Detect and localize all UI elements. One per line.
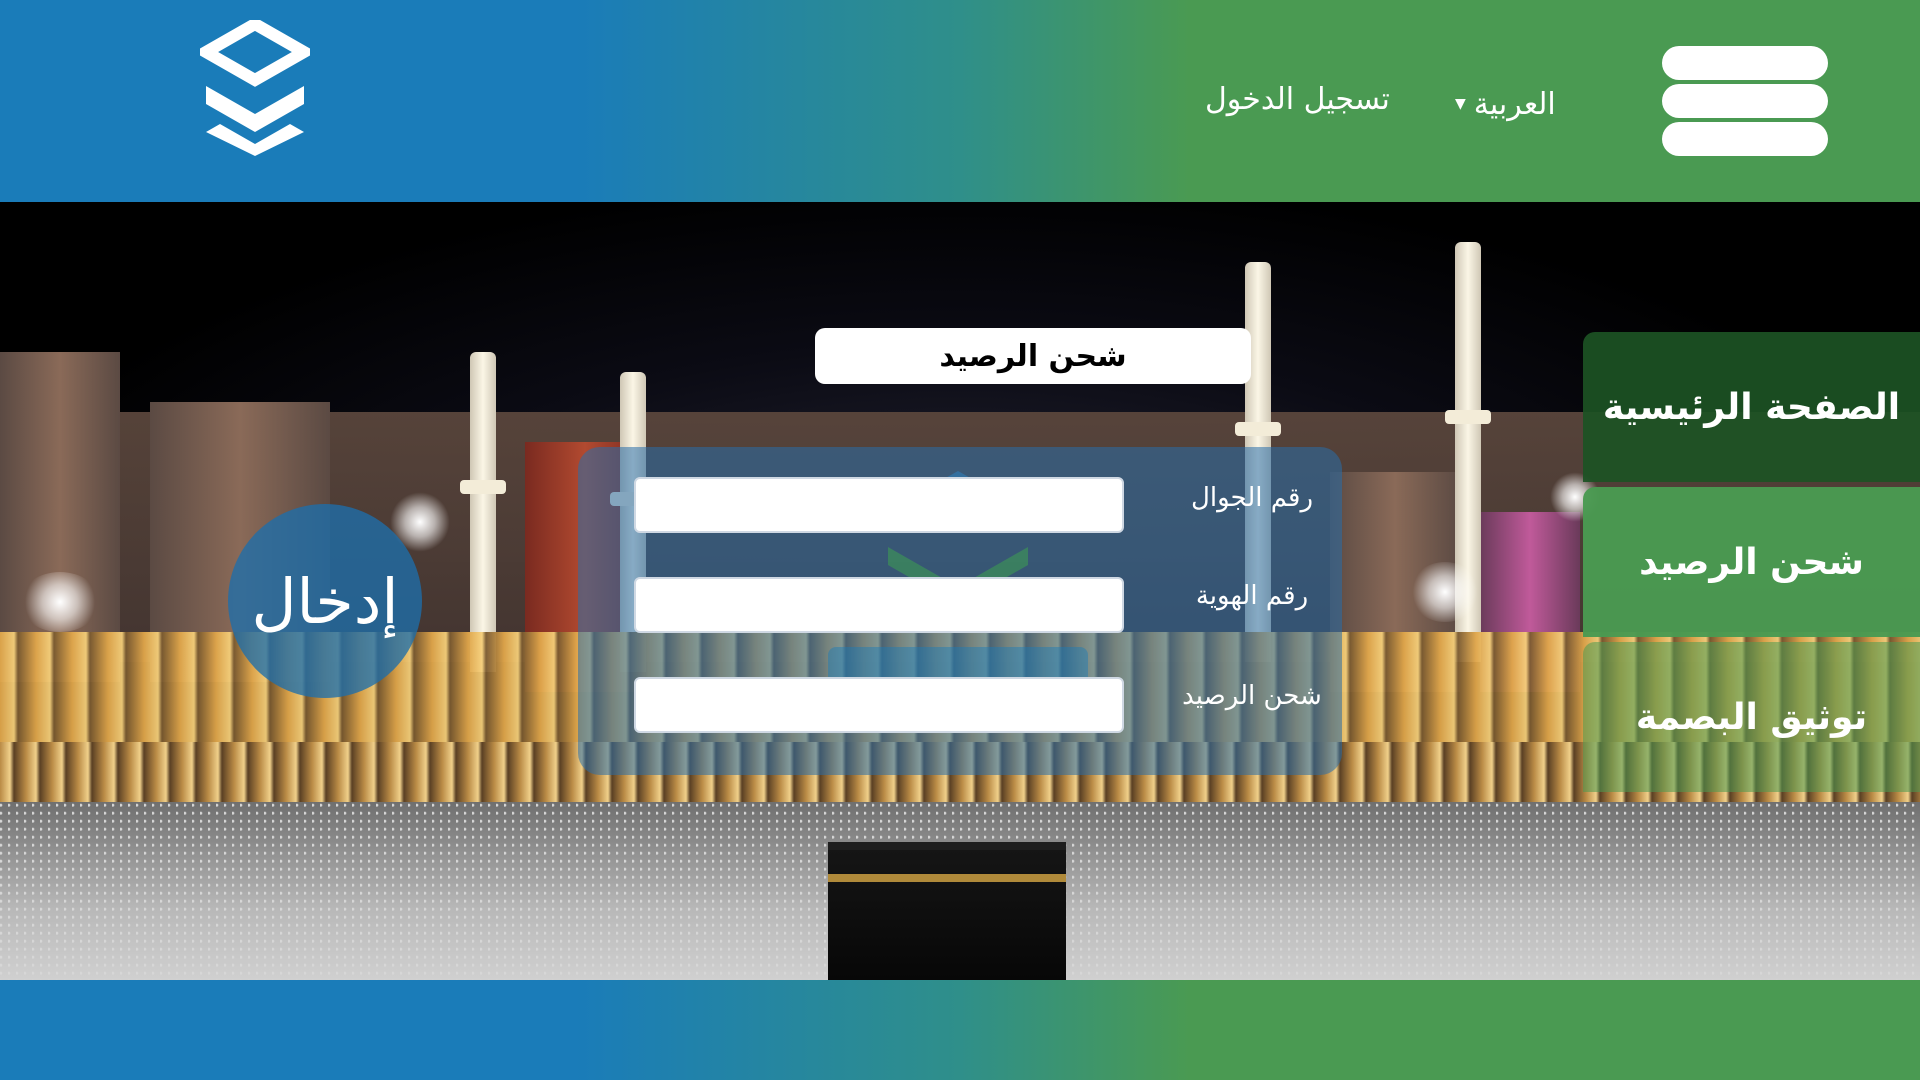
minaret — [460, 352, 506, 672]
footer-bar — [0, 980, 1920, 1080]
recharge-amount-input[interactable] — [634, 677, 1124, 733]
kaaba — [828, 842, 1066, 980]
nav-item-fingerprint-verification[interactable]: توثيق البصمة — [1583, 642, 1920, 792]
nav-item-recharge[interactable]: شحن الرصيد — [1583, 487, 1920, 637]
submit-button[interactable]: إدخال — [228, 504, 422, 698]
mobile-number-input[interactable] — [634, 477, 1124, 533]
language-dropdown[interactable]: العربية ▼ — [1455, 82, 1556, 126]
field-label-recharge: شحن الرصيد — [1182, 681, 1322, 711]
field-label-id: رقم الهوية — [1195, 581, 1309, 611]
stadium-light — [20, 572, 100, 632]
stadium-light — [1410, 562, 1480, 622]
form-title: شحن الرصيد — [815, 328, 1251, 384]
menu-bar — [1662, 84, 1828, 118]
recharge-form-panel: رقم الجوال رقم الهوية شحن الرصيد — [578, 447, 1342, 775]
page: تسجيل الدخول العربية ▼ الصفحة الرئيسية ش… — [0, 0, 1920, 1080]
nav-item-home[interactable]: الصفحة الرئيسية — [1583, 332, 1920, 482]
logo-icon[interactable] — [200, 20, 310, 156]
hamburger-menu-icon[interactable] — [1662, 46, 1828, 160]
menu-bar — [1662, 122, 1828, 156]
caret-down-icon: ▼ — [1455, 96, 1466, 112]
language-label: العربية — [1473, 86, 1556, 122]
login-link[interactable]: تسجيل الدخول — [1205, 82, 1390, 126]
menu-bar — [1662, 46, 1828, 80]
id-number-input[interactable] — [634, 577, 1124, 633]
side-navigation: الصفحة الرئيسية شحن الرصيد توثيق البصمة — [1583, 332, 1920, 797]
kaaba-band — [828, 874, 1066, 882]
field-label-mobile: رقم الجوال — [1190, 483, 1314, 513]
top-header: تسجيل الدخول العربية ▼ — [0, 0, 1920, 202]
